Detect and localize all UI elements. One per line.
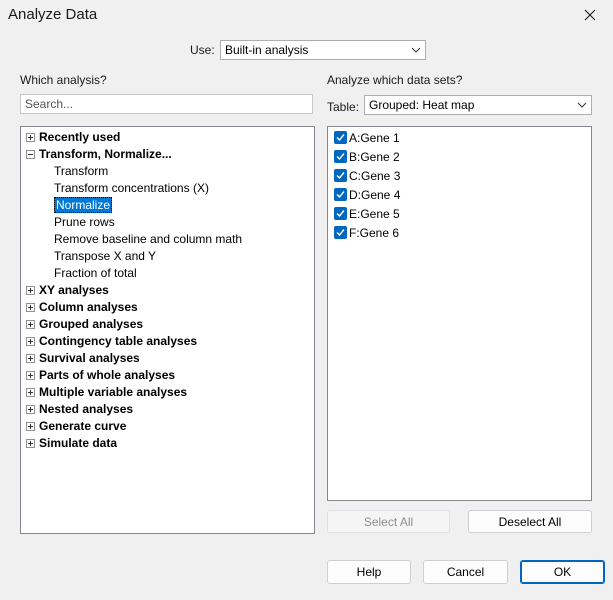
- plus-box-icon[interactable]: [26, 303, 35, 312]
- tree-item-transform-concentrations[interactable]: Transform concentrations (X): [54, 180, 209, 197]
- close-icon: [584, 9, 596, 21]
- plus-box-icon[interactable]: [26, 405, 35, 414]
- plus-box-icon[interactable]: [26, 286, 35, 295]
- checkmark-icon: [336, 191, 345, 199]
- plus-box-icon[interactable]: [26, 439, 35, 448]
- dataset-label: B:Gene 2: [349, 149, 400, 164]
- dataset-checkbox[interactable]: [334, 169, 347, 182]
- tree-item-multiple-variable-analyses[interactable]: Multiple variable analyses: [39, 384, 187, 401]
- tree-item-prune-rows[interactable]: Prune rows: [54, 214, 115, 231]
- dataset-item[interactable]: E:Gene 5: [334, 204, 400, 223]
- dataset-label: D:Gene 4: [349, 187, 401, 202]
- plus-box-icon[interactable]: [26, 337, 35, 346]
- checkmark-icon: [336, 153, 345, 161]
- plus-box-icon[interactable]: [26, 354, 35, 363]
- table-label: Table:: [327, 100, 360, 114]
- plus-box-icon[interactable]: [26, 388, 35, 397]
- ok-button[interactable]: OK: [520, 560, 605, 584]
- checkmark-icon: [336, 134, 345, 142]
- tree-item-normalize-label: Normalize: [54, 197, 113, 213]
- dataset-checkbox[interactable]: [334, 226, 347, 239]
- dataset-checkbox[interactable]: [334, 150, 347, 163]
- chevron-down-icon: [407, 41, 425, 59]
- dataset-label: A:Gene 1: [349, 130, 400, 145]
- table-value: Grouped: Heat map: [369, 98, 475, 112]
- tree-item-simulate-data[interactable]: Simulate data: [39, 435, 117, 452]
- tree-item-column-analyses[interactable]: Column analyses: [39, 299, 138, 316]
- select-all-button[interactable]: Select All: [327, 510, 450, 533]
- checkmark-icon: [336, 229, 345, 237]
- chevron-down-icon: [573, 96, 591, 114]
- tree-item-xy-analyses[interactable]: XY analyses: [39, 282, 109, 299]
- checkmark-icon: [336, 172, 345, 180]
- title-bar: Analyze Data: [0, 0, 613, 30]
- tree-item-generate-curve[interactable]: Generate curve: [39, 418, 126, 435]
- cancel-button[interactable]: Cancel: [423, 560, 508, 584]
- minus-box-icon[interactable]: [26, 150, 35, 159]
- dataset-label: F:Gene 6: [349, 225, 400, 240]
- tree-item-grouped-analyses[interactable]: Grouped analyses: [39, 316, 143, 333]
- dataset-item[interactable]: B:Gene 2: [334, 147, 400, 166]
- dataset-label: C:Gene 3: [349, 168, 401, 183]
- dataset-label: E:Gene 5: [349, 206, 400, 221]
- dataset-checkbox[interactable]: [334, 207, 347, 220]
- use-label: Use:: [190, 43, 215, 57]
- use-value: Built-in analysis: [225, 43, 309, 57]
- tree-item-recently-used[interactable]: Recently used: [39, 129, 120, 146]
- tree-item-transpose[interactable]: Transpose X and Y: [54, 248, 156, 265]
- deselect-all-button[interactable]: Deselect All: [468, 510, 592, 533]
- tree-item-remove-baseline[interactable]: Remove baseline and column math: [54, 231, 242, 248]
- tree-item-survival-analyses[interactable]: Survival analyses: [39, 350, 140, 367]
- tree-item-normalize[interactable]: Normalize: [54, 197, 113, 214]
- datasets-list: A:Gene 1 B:Gene 2 C:Gene 3 D:Gene 4 E:Ge…: [327, 126, 592, 501]
- dataset-item[interactable]: F:Gene 6: [334, 223, 399, 242]
- table-dropdown[interactable]: Grouped: Heat map: [364, 95, 592, 115]
- plus-box-icon[interactable]: [26, 371, 35, 380]
- search-input[interactable]: [20, 94, 313, 114]
- dataset-checkbox[interactable]: [334, 131, 347, 144]
- window-title: Analyze Data: [8, 6, 98, 23]
- tree-item-nested-analyses[interactable]: Nested analyses: [39, 401, 133, 418]
- tree-item-transform-normalize[interactable]: Transform, Normalize...: [39, 146, 172, 163]
- analysis-tree: Recently used Transform, Normalize... Tr…: [20, 126, 315, 534]
- tree-item-contingency-table-analyses[interactable]: Contingency table analyses: [39, 333, 197, 350]
- tree-item-parts-of-whole-analyses[interactable]: Parts of whole analyses: [39, 367, 175, 384]
- dataset-item[interactable]: C:Gene 3: [334, 166, 400, 185]
- help-button[interactable]: Help: [327, 560, 411, 584]
- plus-box-icon[interactable]: [26, 422, 35, 431]
- dataset-item[interactable]: D:Gene 4: [334, 185, 400, 204]
- tree-item-fraction-of-total[interactable]: Fraction of total: [54, 265, 137, 282]
- close-button[interactable]: [567, 0, 613, 30]
- data-sets-heading: Analyze which data sets?: [327, 73, 463, 87]
- plus-box-icon[interactable]: [26, 320, 35, 329]
- dataset-item[interactable]: A:Gene 1: [334, 128, 400, 147]
- which-analysis-heading: Which analysis?: [20, 73, 107, 87]
- checkmark-icon: [336, 210, 345, 218]
- dataset-checkbox[interactable]: [334, 188, 347, 201]
- tree-item-transform[interactable]: Transform: [54, 163, 108, 180]
- plus-box-icon[interactable]: [26, 133, 35, 142]
- use-dropdown[interactable]: Built-in analysis: [220, 40, 426, 60]
